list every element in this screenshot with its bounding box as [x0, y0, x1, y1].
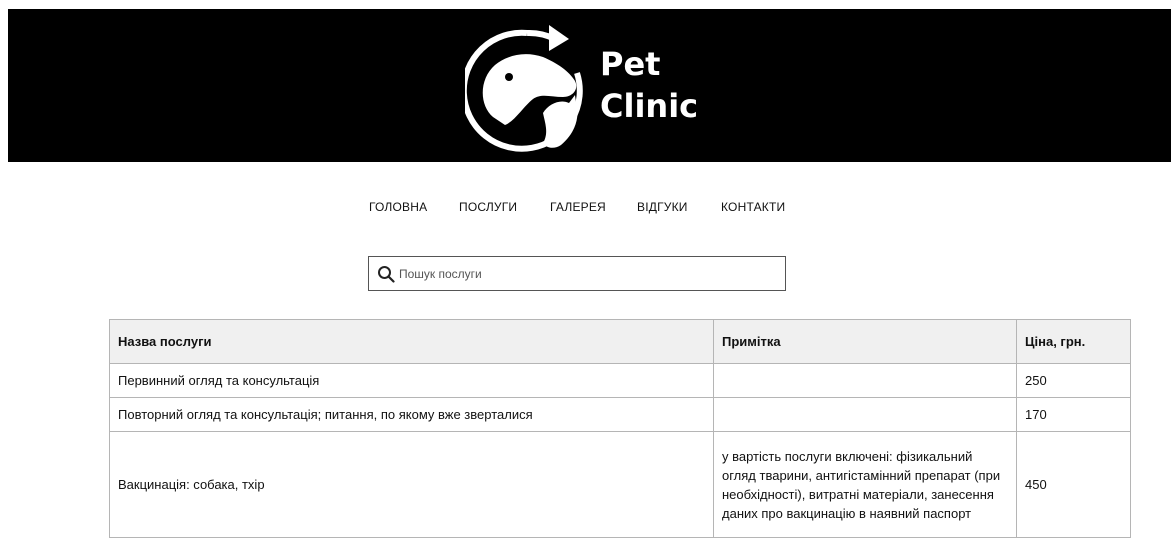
search-input[interactable]	[399, 263, 779, 284]
service-price-cell: 450	[1016, 431, 1131, 538]
service-note-cell	[713, 363, 1017, 398]
table-header-row: Назва послуги Примітка Ціна, грн.	[109, 319, 1131, 364]
nav-item-contacts[interactable]: КОНТАКТИ	[721, 200, 785, 214]
search-icon[interactable]	[377, 265, 395, 283]
service-name-cell: Первинний огляд та консультація	[109, 363, 714, 398]
logo-line-pet: Pet	[600, 45, 661, 83]
service-search	[368, 256, 786, 291]
table-row: Первинний огляд та консультація 250	[109, 363, 1131, 398]
services-table: Назва послуги Примітка Ціна, грн. Первин…	[109, 319, 1131, 538]
nav-item-reviews[interactable]: ВІДГУКИ	[637, 200, 688, 214]
main-nav: ГОЛОВНА ПОСЛУГИ ГАЛЕРЕЯ ВІДГУКИ КОНТАКТИ	[0, 200, 1171, 218]
logo-text: Pet Clinic	[600, 43, 698, 127]
logo-line-clinic: Clinic	[600, 87, 699, 125]
table-row: Вакцинація: собака, тхір у вартість посл…	[109, 431, 1131, 538]
service-note-cell: у вартість послуги включені: фізикальний…	[713, 431, 1017, 538]
nav-item-home[interactable]: ГОЛОВНА	[369, 200, 427, 214]
nav-item-services[interactable]: ПОСЛУГИ	[459, 200, 517, 214]
service-price-cell: 250	[1016, 363, 1131, 398]
service-price-cell: 170	[1016, 397, 1131, 432]
column-header-note: Примітка	[713, 319, 1017, 364]
site-header: Pet Clinic	[8, 9, 1171, 162]
clinic-logo[interactable]: Pet Clinic	[460, 17, 705, 157]
table-row: Повторний огляд та консультація; питання…	[109, 397, 1131, 432]
service-name-cell: Вакцинація: собака, тхір	[109, 431, 714, 538]
pet-logo-icon	[460, 25, 583, 152]
column-header-price: Ціна, грн.	[1016, 319, 1131, 364]
service-note-cell	[713, 397, 1017, 432]
service-name-cell: Повторний огляд та консультація; питання…	[109, 397, 714, 432]
column-header-service-name: Назва послуги	[109, 319, 714, 364]
nav-item-gallery[interactable]: ГАЛЕРЕЯ	[550, 200, 606, 214]
